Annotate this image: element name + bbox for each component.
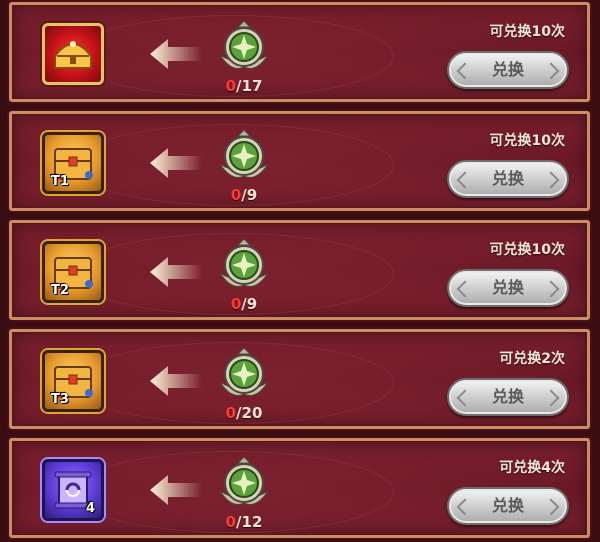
exchange-button[interactable]: 兑换 — [447, 160, 569, 198]
currency-count: 0/9 — [208, 295, 280, 313]
exchange-limit-text: 可兑换4次 — [499, 460, 565, 476]
green-medal-icon — [219, 456, 269, 505]
exchange-row: 0/17 可兑换10次 兑换 — [9, 2, 590, 102]
exchange-limit-text: 可兑换10次 — [489, 242, 565, 258]
left-arrow-icon — [150, 39, 202, 69]
exchange-button[interactable]: 兑换 — [447, 269, 569, 307]
green-medal-icon — [219, 129, 269, 178]
purple-scroll-icon[interactable]: 4 — [42, 459, 104, 521]
green-medal-icon — [219, 238, 269, 287]
owned-count: 0 — [225, 513, 237, 531]
currency-count: 0/17 — [208, 77, 280, 95]
exchange-row: T3 0/20 可兑换2次 兑换 — [9, 329, 590, 429]
left-arrow-icon — [150, 366, 202, 396]
gold-treasure-chest-icon[interactable]: T1 — [42, 132, 104, 194]
left-arrow-icon — [150, 148, 202, 178]
gold-treasure-chest-icon[interactable]: T2 — [42, 241, 104, 303]
currency-count: 0/12 — [208, 513, 280, 531]
tier-badge: T1 — [51, 174, 69, 189]
currency-count: 0/20 — [208, 404, 280, 422]
exchange-limit-text: 可兑换10次 — [489, 133, 565, 149]
green-medal-icon — [219, 347, 269, 396]
tier-badge: T2 — [51, 283, 69, 298]
red-treasure-chest-icon[interactable] — [42, 23, 104, 85]
owned-count: 0 — [225, 404, 237, 422]
tier-badge: T3 — [51, 392, 69, 407]
exchange-button[interactable]: 兑换 — [447, 378, 569, 416]
required-count: /9 — [241, 295, 258, 313]
exchange-button[interactable]: 兑换 — [447, 51, 569, 89]
exchange-limit-text: 可兑换10次 — [489, 24, 565, 40]
exchange-limit-text: 可兑换2次 — [499, 351, 565, 367]
gold-treasure-chest-icon[interactable]: T3 — [42, 350, 104, 412]
required-count: /12 — [236, 513, 263, 531]
required-count: /9 — [241, 186, 258, 204]
left-arrow-icon — [150, 475, 202, 505]
owned-count: 0 — [230, 186, 242, 204]
green-medal-icon — [219, 20, 269, 69]
left-arrow-icon — [150, 257, 202, 287]
exchange-row: 4 0/12 可兑换4次 兑换 — [9, 438, 590, 538]
quantity-badge: 4 — [85, 501, 95, 516]
owned-count: 0 — [230, 295, 242, 313]
exchange-list: 0/17 可兑换10次 兑换 T1 0/9 可兑换10次 兑换 T2 0/9 可… — [0, 0, 600, 542]
exchange-row: T1 0/9 可兑换10次 兑换 — [9, 111, 590, 211]
exchange-row: T2 0/9 可兑换10次 兑换 — [9, 220, 590, 320]
currency-count: 0/9 — [208, 186, 280, 204]
required-count: /20 — [236, 404, 263, 422]
required-count: /17 — [236, 77, 263, 95]
owned-count: 0 — [225, 77, 237, 95]
exchange-button[interactable]: 兑换 — [447, 487, 569, 525]
